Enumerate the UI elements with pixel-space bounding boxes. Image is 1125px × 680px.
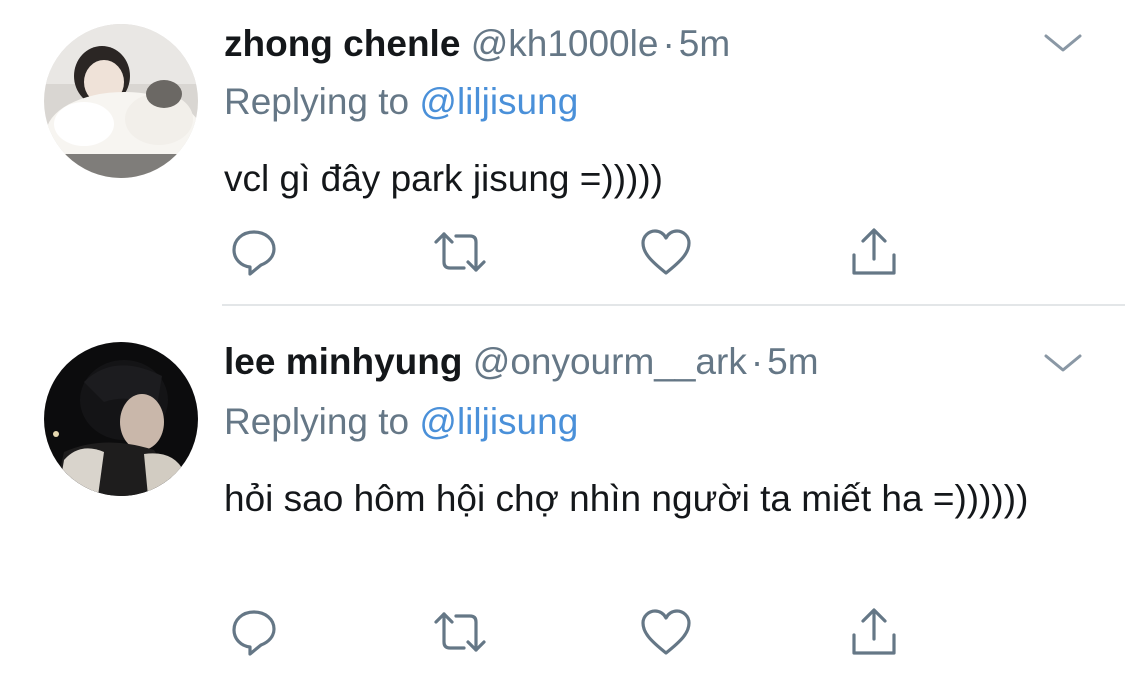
- timestamp[interactable]: 5m: [679, 23, 730, 64]
- tweet-text: hỏi sao hôm hội chợ nhìn người ta miết h…: [224, 478, 1029, 519]
- tweet-header: lee minhyung @onyourm__ark · 5m: [224, 340, 819, 384]
- replying-to-label: Replying to: [224, 81, 410, 122]
- replying-to-link[interactable]: @liljisung: [419, 401, 578, 442]
- tweet-actions: [224, 222, 924, 282]
- reply-thread: zhong chenle @kh1000le · 5m Replying to @l…: [0, 0, 1125, 680]
- user-handle[interactable]: @onyourm__ark: [473, 341, 747, 382]
- separator-dot: ·: [750, 341, 764, 382]
- replying-to: Replying to @liljisung: [224, 400, 578, 444]
- share-icon: [848, 605, 900, 659]
- retweet-button[interactable]: [430, 222, 490, 282]
- timestamp[interactable]: 5m: [767, 341, 818, 382]
- replying-to-label: Replying to: [224, 401, 410, 442]
- share-icon: [848, 225, 900, 279]
- replying-to: Replying to @liljisung: [224, 80, 578, 124]
- reply-button[interactable]: [224, 222, 284, 282]
- like-button[interactable]: [636, 222, 696, 282]
- like-icon: [639, 227, 693, 277]
- retweet-button[interactable]: [430, 602, 490, 662]
- chevron-down-icon[interactable]: [1040, 28, 1086, 58]
- avatar[interactable]: [44, 342, 198, 496]
- reply-icon: [228, 226, 280, 278]
- avatar[interactable]: [44, 24, 198, 178]
- tweet-header: zhong chenle @kh1000le · 5m: [224, 22, 730, 66]
- retweet-icon: [432, 226, 488, 278]
- reply-button[interactable]: [224, 602, 284, 662]
- avatar-image: [44, 24, 198, 178]
- user-handle[interactable]: @kh1000le: [471, 23, 659, 64]
- share-button[interactable]: [844, 602, 904, 662]
- tweet-text: vcl gì đây park jisung =))))): [224, 158, 663, 199]
- tweet-actions: [224, 602, 924, 662]
- retweet-icon: [432, 606, 488, 658]
- like-button[interactable]: [636, 602, 696, 662]
- tweet[interactable]: lee minhyung @onyourm__ark · 5m Replying t…: [0, 306, 1125, 680]
- replying-to-link[interactable]: @liljisung: [419, 81, 578, 122]
- avatar-image: [44, 342, 198, 496]
- chevron-down-icon[interactable]: [1040, 348, 1086, 378]
- like-icon: [639, 607, 693, 657]
- reply-icon: [228, 606, 280, 658]
- display-name[interactable]: lee minhyung: [224, 341, 462, 382]
- tweet[interactable]: zhong chenle @kh1000le · 5m Replying to @l…: [0, 0, 1125, 304]
- separator-dot: ·: [662, 23, 675, 64]
- share-button[interactable]: [844, 222, 904, 282]
- display-name[interactable]: zhong chenle: [224, 23, 460, 64]
